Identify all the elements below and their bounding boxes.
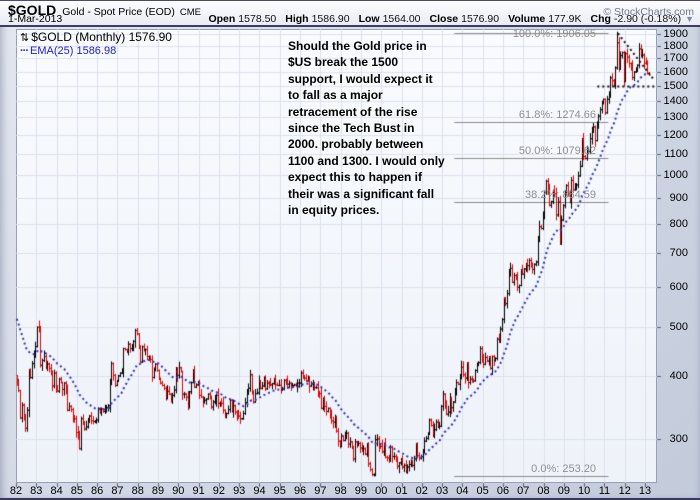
x-axis-tick-label: 88 bbox=[131, 485, 144, 497]
fib-level-label: 100.0%: 1906.05 bbox=[512, 28, 596, 40]
y-axis-tick-label: 1000 bbox=[663, 168, 688, 181]
x-axis-tick-label: 86 bbox=[91, 485, 104, 497]
x-axis-tick-label: 09 bbox=[557, 485, 570, 497]
x-axis-tick-label: 91 bbox=[192, 485, 205, 497]
y-axis-tick-label: 700 bbox=[669, 247, 688, 260]
x-axis-tick-label: 92 bbox=[212, 485, 226, 497]
x-axis-tick-label: 01 bbox=[395, 485, 408, 497]
y-axis-tick-label: 1900 bbox=[663, 28, 688, 41]
fib-level-label: 0.0%: 253.20 bbox=[531, 463, 596, 476]
x-axis-tick-label: 94 bbox=[253, 485, 266, 497]
x-axis-tick-label: 95 bbox=[273, 485, 286, 497]
x-axis-tick-label: 04 bbox=[456, 485, 469, 497]
open-label: Open bbox=[208, 13, 236, 25]
close-label: Close bbox=[429, 13, 459, 25]
y-axis-tick-label: 1200 bbox=[663, 128, 688, 141]
low-value: 1564.00 bbox=[382, 13, 421, 25]
quote-high: High 1586.90 bbox=[285, 13, 349, 25]
low-label: Low bbox=[358, 13, 380, 25]
x-axis-tick-label: 05 bbox=[476, 485, 489, 497]
quote-close: Close 1576.90 bbox=[430, 13, 500, 25]
quote-low: Low 1564.00 bbox=[359, 13, 421, 25]
x-axis-tick-label: 11 bbox=[598, 485, 611, 497]
x-axis-tick-label: 93 bbox=[233, 485, 246, 497]
legend-price-series: ⇅ $GOLD (Monthly) 1576.90 bbox=[20, 31, 172, 44]
y-axis-tick-label: 1800 bbox=[663, 39, 688, 52]
x-axis-tick-label: 84 bbox=[50, 485, 63, 497]
fib-level-label: 61.8%: 1274.66 bbox=[518, 108, 596, 121]
quote-open: Open 1578.50 bbox=[208, 13, 276, 25]
high-value: 1586.90 bbox=[311, 13, 350, 25]
y-axis-tick-label: 1700 bbox=[663, 52, 688, 65]
x-axis-tick-label: 96 bbox=[293, 485, 307, 497]
y-axis-tick-label: 900 bbox=[669, 191, 688, 204]
y-axis-tick-label: 1100 bbox=[664, 147, 688, 160]
x-axis-tick-label: 12 bbox=[618, 485, 631, 497]
y-axis-tick-label: 300 bbox=[669, 432, 688, 445]
x-axis-tick-label: 97 bbox=[314, 485, 327, 497]
x-axis-tick-label: 87 bbox=[111, 485, 124, 497]
change-label: Chg bbox=[590, 13, 611, 25]
x-axis-tick-label: 89 bbox=[151, 485, 165, 497]
x-axis-tick-label: 85 bbox=[70, 485, 83, 497]
quote-date: 1-Mar-2013 bbox=[8, 13, 63, 25]
x-axis-tick-label: 82 bbox=[9, 485, 23, 497]
quote-change: Chg -2.90 (-0.18%) bbox=[591, 13, 682, 25]
x-axis-tick-label: 02 bbox=[415, 485, 428, 497]
volume-label: Volume bbox=[508, 13, 546, 25]
y-axis-tick-label: 1600 bbox=[663, 65, 688, 78]
close-value: 1576.90 bbox=[461, 13, 500, 25]
ohlc-bars-icon: ⇅ bbox=[20, 32, 30, 44]
x-axis-tick-label: 06 bbox=[496, 485, 510, 497]
stockcharts-chart-widget: $GOLD Gold - Spot Price (EOD) CME © Stoc… bbox=[0, 0, 700, 500]
x-axis-tick-label: 07 bbox=[517, 485, 530, 497]
y-axis-tick-label: 1400 bbox=[663, 95, 688, 108]
chart-header: $GOLD Gold - Spot Price (EOD) CME © Stoc… bbox=[0, 1, 700, 27]
quote-volume: Volume 177.9K bbox=[508, 13, 581, 25]
chart-legend: ⇅ $GOLD (Monthly) 1576.90 ··· EMA(25) 1586… bbox=[20, 31, 172, 57]
y-axis-tick-label: 400 bbox=[669, 369, 688, 382]
header-quote-row: 1-Mar-2013 Open 1578.50 High 1586.90 Low 15… bbox=[0, 13, 700, 26]
x-axis-tick-label: 99 bbox=[354, 485, 368, 497]
high-label: High bbox=[285, 13, 309, 25]
y-axis-tick-label: 500 bbox=[669, 320, 688, 333]
fib-level-label: 38.2%: 884.59 bbox=[525, 188, 596, 201]
legend-ema-series: ··· EMA(25) 1586.98 bbox=[20, 45, 172, 57]
y-axis-tick-label: 1500 bbox=[663, 79, 688, 92]
volume-value: 177.9K bbox=[548, 13, 582, 25]
x-axis-tick-label: 10 bbox=[578, 485, 591, 497]
fib-level-label: 50.0%: 1079.62 bbox=[518, 145, 596, 158]
x-axis-tick-label: 98 bbox=[334, 485, 347, 497]
x-axis-tick-label: 13 bbox=[638, 485, 652, 497]
y-axis-tick-label: 600 bbox=[669, 280, 688, 293]
x-axis-tick-label: 90 bbox=[172, 485, 185, 497]
open-value: 1578.50 bbox=[238, 13, 277, 25]
x-axis-tick-label: 03 bbox=[435, 485, 449, 497]
legend-ema-label: EMA(25) 1586.98 bbox=[30, 45, 117, 57]
legend-price-label: $GOLD (Monthly) 1576.90 bbox=[31, 30, 172, 44]
dotted-line-icon: ··· bbox=[20, 45, 29, 57]
x-axis-tick-label: 00 bbox=[375, 485, 388, 497]
chevron-down-icon[interactable]: ▼ bbox=[685, 14, 694, 24]
y-axis-tick-label: 800 bbox=[669, 217, 688, 230]
change-value: -2.90 (-0.18%) bbox=[613, 13, 682, 25]
y-axis-tick-label: 1300 bbox=[663, 111, 688, 124]
x-axis-tick-label: 83 bbox=[30, 485, 43, 497]
x-axis-tick-label: 08 bbox=[537, 485, 550, 497]
